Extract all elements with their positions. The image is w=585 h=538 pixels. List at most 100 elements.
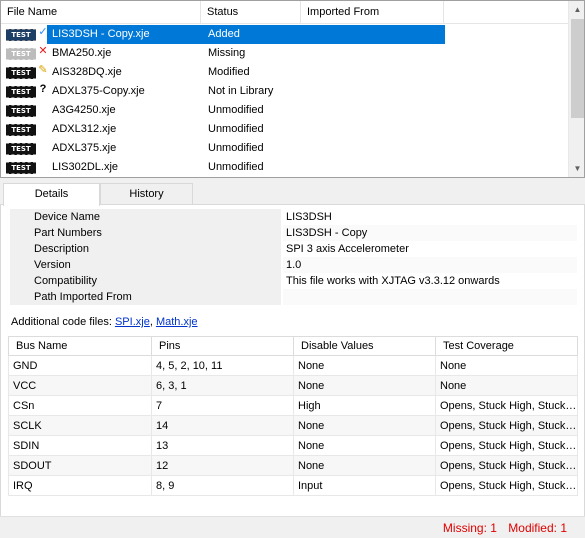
details-panel: Device Name LIS3DSH Part Numbers LIS3DSH - … — [0, 205, 585, 516]
pins-cell: 4, 5, 2, 10, 11 — [151, 355, 294, 376]
file-list-row[interactable]: TEST LIS302DL.xje Unmodified — [1, 158, 568, 177]
file-list-row[interactable]: TEST ADXL375.xje Unmodified — [1, 139, 568, 158]
file-name: BMA250.xje — [52, 47, 112, 59]
file-list-header: File Name Status Imported From — [1, 1, 568, 24]
bus-table-row[interactable]: GND 4, 5, 2, 10, 11 None None — [8, 355, 578, 376]
bus-name-cell: GND — [8, 355, 152, 376]
property-value[interactable] — [283, 289, 577, 305]
bus-name-cell: SDOUT — [8, 455, 152, 476]
disable-values-cell: None — [293, 355, 436, 376]
test-chip-pencil-icon: TEST — [6, 67, 36, 79]
column-header-test-coverage[interactable]: Test Coverage — [435, 336, 578, 356]
missing-count: Missing: 1 — [442, 521, 497, 535]
code-file-link-spi[interactable]: SPI.xje — [115, 316, 150, 328]
test-coverage-cell: None — [435, 375, 578, 396]
test-chip-icon: TEST — [6, 105, 36, 117]
column-header-file-name[interactable]: File Name — [1, 1, 201, 24]
bus-table-row[interactable]: VCC 6, 3, 1 None None — [8, 375, 578, 396]
tab-strip: Details History — [0, 183, 585, 206]
pins-cell: 14 — [151, 415, 294, 436]
test-chip-icon: TEST — [6, 124, 36, 136]
disable-values-cell: Input — [293, 475, 436, 496]
bus-table-row[interactable]: SCLK 14 None Opens, Stuck High, Stuck… — [8, 415, 578, 436]
file-name: LIS302DL.xje — [52, 161, 119, 173]
disable-values-cell: None — [293, 435, 436, 456]
property-value[interactable]: This file works with XJTAG v3.3.12 onwar… — [283, 273, 577, 289]
file-list-row[interactable]: TEST ADXL312.xje Unmodified — [1, 120, 568, 139]
code-file-link-math[interactable]: Math.xje — [156, 316, 198, 328]
additional-code-label: Additional code files: — [11, 316, 112, 328]
property-value[interactable]: SPI 3 axis Accelerometer — [283, 241, 577, 257]
property-row: Version 1.0 — [10, 257, 577, 273]
property-value[interactable]: LIS3DSH — [283, 209, 577, 225]
file-name: ADXL375-Copy.xje — [52, 85, 145, 97]
pins-cell: 8, 9 — [151, 475, 294, 496]
disable-values-cell: None — [293, 375, 436, 396]
disable-values-cell: High — [293, 395, 436, 416]
scroll-down-arrow-icon[interactable]: ▼ — [569, 160, 584, 177]
file-status: Added — [208, 28, 240, 40]
property-key: Compatibility — [10, 273, 281, 289]
property-row: Path Imported From — [10, 289, 577, 305]
scroll-up-arrow-icon[interactable]: ▲ — [569, 1, 584, 18]
property-row: Device Name LIS3DSH — [10, 209, 577, 225]
column-header-bus-name[interactable]: Bus Name — [8, 336, 152, 356]
test-coverage-cell: Opens, Stuck High, Stuck… — [435, 455, 578, 476]
file-status: Not in Library — [208, 85, 274, 97]
question-badge-icon: ? — [39, 83, 47, 95]
file-name: A3G4250.xje — [52, 104, 116, 116]
bus-name-cell: SCLK — [8, 415, 152, 436]
disable-values-cell: None — [293, 415, 436, 436]
file-list-row[interactable]: TEST ✓ LIS3DSH - Copy.xje Added — [1, 25, 568, 44]
bus-name-cell: CSn — [8, 395, 152, 416]
file-status: Unmodified — [208, 161, 264, 173]
column-header-pins[interactable]: Pins — [151, 336, 294, 356]
bus-table-header: Bus Name Pins Disable Values Test Covera… — [8, 336, 578, 356]
pins-cell: 7 — [151, 395, 294, 416]
file-list-row[interactable]: TEST? ADXL375-Copy.xje Not in Library — [1, 82, 568, 101]
bus-table: Bus Name Pins Disable Values Test Covera… — [8, 336, 578, 496]
pins-cell: 12 — [151, 455, 294, 476]
file-name: AIS328DQ.xje — [52, 66, 122, 78]
property-row: Description SPI 3 axis Accelerometer — [10, 241, 577, 257]
disable-values-cell: None — [293, 455, 436, 476]
property-row: Compatibility This file works with XJTAG … — [10, 273, 577, 289]
pins-cell: 13 — [151, 435, 294, 456]
column-header-disable-values[interactable]: Disable Values — [293, 336, 436, 356]
modified-count: Modified: 1 — [508, 521, 567, 535]
test-coverage-cell: None — [435, 355, 578, 376]
tab-history[interactable]: History — [100, 183, 193, 205]
column-header-status[interactable]: Status — [201, 1, 301, 24]
test-chip-icon: TEST — [6, 143, 36, 155]
property-key: Description — [10, 241, 281, 257]
tab-details[interactable]: Details — [3, 183, 100, 206]
property-key: Path Imported From — [10, 289, 281, 305]
property-row: Part Numbers LIS3DSH - Copy — [10, 225, 577, 241]
property-value[interactable]: LIS3DSH - Copy — [283, 225, 577, 241]
file-name: ADXL312.xje — [52, 123, 117, 135]
pencil-badge-icon: ✎ — [38, 64, 48, 76]
bus-table-row[interactable]: CSn 7 High Opens, Stuck High, Stuck… — [8, 395, 578, 416]
bus-table-row[interactable]: SDOUT 12 None Opens, Stuck High, Stuck… — [8, 455, 578, 476]
file-name: ADXL375.xje — [52, 142, 117, 154]
bus-table-row[interactable]: IRQ 8, 9 Input Opens, Stuck High, Stuck… — [8, 475, 578, 496]
pins-cell: 6, 3, 1 — [151, 375, 294, 396]
property-value[interactable]: 1.0 — [283, 257, 577, 273]
file-list-row[interactable]: TEST A3G4250.xje Unmodified — [1, 101, 568, 120]
test-chip-question-icon: TEST — [6, 86, 36, 98]
additional-code-files: Additional code files: SPI.xje, Math.xje — [11, 316, 198, 328]
file-status: Missing — [208, 47, 246, 59]
test-coverage-cell: Opens, Stuck High, Stuck… — [435, 475, 578, 496]
file-list-scrollbar[interactable]: ▲ ▼ — [568, 1, 584, 177]
file-status: Unmodified — [208, 123, 264, 135]
file-list[interactable]: File Name Status Imported From TEST ✓ LIS3… — [0, 0, 585, 178]
file-list-row[interactable]: TEST ✎ AIS328DQ.xje Modified — [1, 63, 568, 82]
scrollbar-thumb[interactable] — [571, 19, 584, 118]
bus-table-row[interactable]: SDIN 13 None Opens, Stuck High, Stuck… — [8, 435, 578, 456]
file-list-rows: TEST ✓ LIS3DSH - Copy.xje Added TEST ✕ BMA250.… — [1, 25, 568, 177]
column-header-imported-from[interactable]: Imported From — [301, 1, 444, 24]
property-key: Version — [10, 257, 281, 273]
status-summary: Missing: 1 Modified: 1 — [443, 521, 567, 535]
test-chip-icon: TEST — [6, 162, 36, 174]
file-list-row[interactable]: TEST ✕ BMA250.xje Missing — [1, 44, 568, 63]
